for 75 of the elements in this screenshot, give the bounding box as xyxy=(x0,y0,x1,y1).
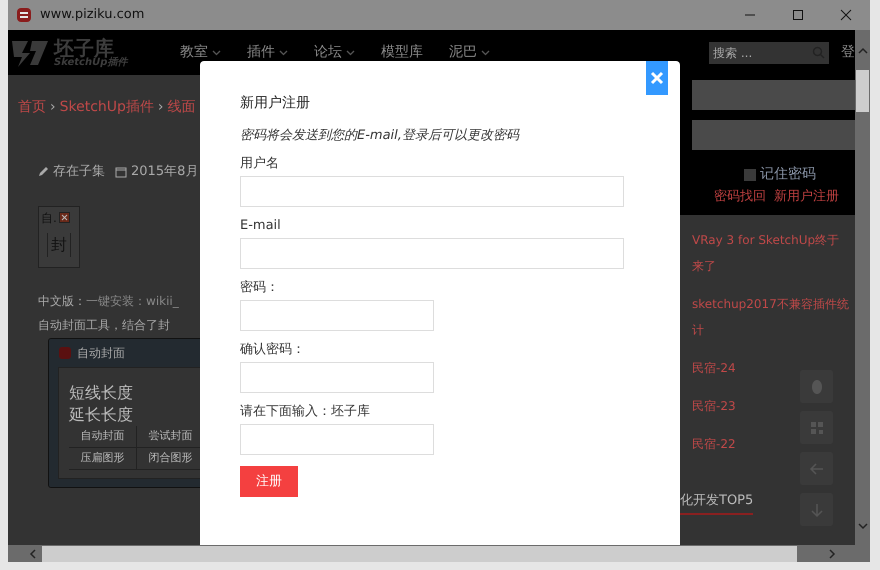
maximize-icon[interactable] xyxy=(792,9,804,21)
scrollbar-thumb[interactable] xyxy=(42,546,797,562)
scroll-down-icon[interactable] xyxy=(858,521,868,531)
close-icon xyxy=(650,71,664,85)
account-link[interactable]: 密码找回 xyxy=(714,187,766,206)
post-link[interactable]: 民宿-23 xyxy=(692,393,850,419)
breadcrumb-separator: › xyxy=(158,98,164,117)
caret-icon xyxy=(481,50,490,56)
field-label: 确认密码： xyxy=(240,341,306,359)
scroll-left-icon[interactable] xyxy=(28,548,38,558)
input-field[interactable] xyxy=(240,238,624,269)
account-link[interactable]: 新用户注册 xyxy=(774,187,839,206)
post-link[interactable]: sketchup2017不兼容插件统计 xyxy=(692,291,850,343)
dialog-note: 密码将会发送到您的E-mail,登录后可以更改密码 xyxy=(240,127,521,145)
field-label: 密码： xyxy=(240,279,280,297)
plugin-label: 延长长度 xyxy=(69,404,134,426)
vertical-scrollbar[interactable] xyxy=(855,30,870,545)
register-button[interactable]: 注册 xyxy=(240,466,298,497)
username-field[interactable] xyxy=(692,80,855,110)
nav-item[interactable]: 泥巴 xyxy=(449,42,490,63)
breadcrumb-link[interactable]: 首页 xyxy=(18,97,46,118)
horizontal-scrollbar[interactable] xyxy=(8,545,870,562)
pencil-icon xyxy=(38,166,49,178)
field-label: E-mail xyxy=(240,217,282,235)
logo-title: 坯子库 xyxy=(54,38,114,58)
search-field[interactable]: 搜索 ... xyxy=(709,42,829,64)
paragraph-text: 中文版： xyxy=(38,292,86,310)
password-field[interactable] xyxy=(692,120,855,150)
logo-subtitle: SketchUp插件 xyxy=(54,58,128,68)
window-title: www.piziku.com xyxy=(40,6,144,24)
dialog-title: 新用户注册 xyxy=(240,94,311,113)
input-field[interactable] xyxy=(240,424,434,455)
input-field[interactable] xyxy=(240,300,434,331)
scrollbar-thumb[interactable] xyxy=(856,70,869,112)
nav-item[interactable]: 模型库 xyxy=(381,42,423,63)
plugin-label: 短线长度 xyxy=(69,382,134,404)
penguin-icon[interactable] xyxy=(800,370,833,403)
scroll-up-icon[interactable] xyxy=(858,46,868,56)
breadcrumb-link[interactable]: SketchUp插件 xyxy=(60,97,154,118)
field-label: 用户名 xyxy=(240,155,280,173)
nav-item[interactable]: 论坛 xyxy=(314,42,355,63)
post-link[interactable]: 民宿-24 xyxy=(692,355,850,381)
arrow-left-icon[interactable] xyxy=(800,452,833,485)
nav-item[interactable]: 插件 xyxy=(247,42,288,63)
arrow-down-icon[interactable] xyxy=(800,493,833,526)
plugin-option[interactable]: 压扁图形 xyxy=(69,448,137,470)
install-link[interactable]: 一键安装：wikii_ xyxy=(86,292,179,310)
post-link[interactable]: 民宿-22 xyxy=(692,431,850,457)
app-logo-icon xyxy=(59,346,71,358)
post-date: 2015年8月 xyxy=(131,163,198,181)
close-icon[interactable] xyxy=(58,212,70,223)
breadcrumb-separator: › xyxy=(50,98,56,117)
app-logo-icon xyxy=(16,7,32,23)
field-label: 请在下面输入：坯子库 xyxy=(240,403,371,421)
calendar-icon xyxy=(115,166,127,178)
scroll-right-icon[interactable] xyxy=(827,548,837,558)
input-field[interactable] xyxy=(240,176,624,207)
breadcrumb-link[interactable]: 线面 xyxy=(168,97,196,118)
close-button[interactable] xyxy=(646,61,668,95)
caret-icon xyxy=(279,50,288,56)
close-icon[interactable] xyxy=(840,9,852,21)
remember-checkbox[interactable] xyxy=(744,168,756,180)
login-link[interactable]: 登 xyxy=(841,42,855,63)
plugin-option[interactable]: 自动封面 xyxy=(69,426,137,448)
caret-icon xyxy=(346,50,355,56)
search-input[interactable]: 搜索 ... xyxy=(713,44,812,62)
remember-label: 记住密码 xyxy=(760,165,816,184)
paragraph-text: 自动封面工具，结合了封 xyxy=(38,316,170,334)
nav-item[interactable]: 教室 xyxy=(180,42,221,63)
caret-icon xyxy=(212,50,221,56)
post-author: 存在子集 xyxy=(53,163,105,181)
input-field[interactable] xyxy=(240,362,434,393)
qr-code-icon[interactable] xyxy=(800,411,833,444)
post-link[interactable]: VRay 3 for SketchUp终于来了 xyxy=(692,227,850,279)
plugin-window-title: 自动封面 xyxy=(77,344,125,362)
